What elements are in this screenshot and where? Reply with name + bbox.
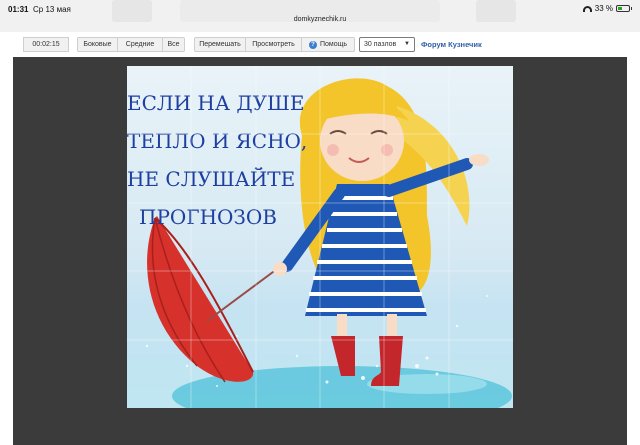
timer-display: 00:02:15 xyxy=(23,37,69,52)
help-label: Помощь xyxy=(319,41,348,48)
side-pieces-button[interactable]: Боковые xyxy=(77,37,118,52)
puzzle-piece-grid xyxy=(127,66,513,408)
help-button[interactable]: ? Помощь xyxy=(301,37,355,52)
page-url[interactable]: domkyznechik.ru xyxy=(0,16,640,23)
middle-pieces-button[interactable]: Средние xyxy=(117,37,163,52)
help-icon: ? xyxy=(308,40,317,49)
status-indicators: 33 % xyxy=(582,4,632,13)
battery-icon xyxy=(616,5,632,12)
all-pieces-button[interactable]: Все xyxy=(162,37,185,52)
shuffle-button[interactable]: Перемешать xyxy=(194,37,246,52)
pieces-count-value: 30 пазлов xyxy=(364,41,397,48)
status-bar: 01:31 Ср 13 мая domkyznechik.ru 33 % xyxy=(0,0,640,32)
battery-percent: 33 % xyxy=(594,4,613,13)
view-button[interactable]: Просмотреть xyxy=(245,37,302,52)
wifi-icon xyxy=(582,5,592,12)
status-date: Ср 13 мая xyxy=(33,5,71,14)
pieces-count-select[interactable]: 30 пазлов ▼ xyxy=(359,37,415,52)
puzzle-picture[interactable]: ЕСЛИ НА ДУШЕ ТЕПЛО И ЯСНО, НЕ СЛУШАЙТЕ П… xyxy=(127,66,513,408)
puzzle-board[interactable]: ЕСЛИ НА ДУШЕ ТЕПЛО И ЯСНО, НЕ СЛУШАЙТЕ П… xyxy=(13,57,627,445)
puzzle-toolbar: 00:02:15 Боковые Средние Все Перемешать … xyxy=(0,32,640,56)
forum-link[interactable]: Форум Кузнечик xyxy=(421,40,482,49)
chevron-down-icon: ▼ xyxy=(404,41,410,47)
status-time: 01:31 xyxy=(8,5,29,14)
